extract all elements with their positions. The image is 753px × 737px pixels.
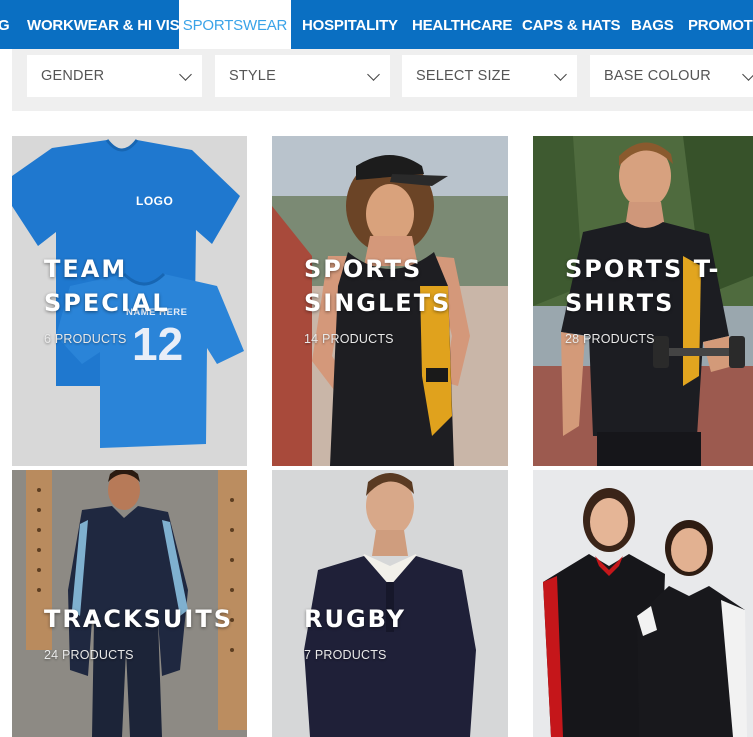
colour-filter-select[interactable]: BASE COLOUR (590, 55, 753, 97)
nav-item-workwear[interactable]: WORKWEAR & HI VIS (27, 0, 180, 49)
card-title: SPORTS T- (565, 255, 721, 283)
category-card-tracksuits[interactable]: TRACKSUITS 24 PRODUCTS (12, 470, 247, 737)
category-card-sports-tshirts[interactable]: SPORTS T- SHIRTS 28 PRODUCTS (533, 136, 753, 466)
product-count: 6 PRODUCTS (44, 332, 127, 346)
shirt-print-number: 12 (132, 318, 184, 370)
card-title: SPORTS (304, 255, 423, 283)
category-card-polos[interactable] (533, 470, 753, 737)
nav-item-promotional[interactable]: PROMOTI (688, 0, 753, 49)
product-count: 14 PRODUCTS (304, 332, 394, 346)
product-count: 24 PRODUCTS (44, 648, 134, 662)
style-filter-label: STYLE (229, 68, 276, 84)
nav-item-hospitality[interactable]: HOSPITALITY (302, 0, 398, 49)
category-card-sports-singlets[interactable]: SPORTS SINGLETS 14 PRODUCTS (272, 136, 508, 466)
style-filter-select[interactable]: STYLE (215, 55, 390, 97)
filter-bar: GENDER STYLE SELECT SIZE BASE COLOUR (12, 49, 753, 111)
card-title: TRACKSUITS (44, 605, 233, 633)
product-count: 28 PRODUCTS (565, 332, 655, 346)
chevron-down-icon (367, 68, 380, 81)
two-girls-in-polos-image (533, 470, 753, 737)
colour-filter-label: BASE COLOUR (604, 68, 711, 84)
product-count: 7 PRODUCTS (304, 648, 387, 662)
category-card-rugby[interactable]: RUGBY 7 PRODUCTS (272, 470, 508, 737)
chevron-down-icon (554, 68, 567, 81)
category-card-team-special[interactable]: LOGO NAME HERE 12 TEAM SPECIAL 6 PRODUCT… (12, 136, 247, 466)
gender-filter-select[interactable]: GENDER (27, 55, 202, 97)
nav-item-caps-hats[interactable]: CAPS & HATS (522, 0, 621, 49)
nav-item-bags[interactable]: BAGS (631, 0, 674, 49)
card-title: TEAM (44, 255, 128, 283)
size-filter-label: SELECT SIZE (416, 68, 511, 84)
shirt-print-logo: LOGO (136, 194, 174, 208)
size-filter-select[interactable]: SELECT SIZE (402, 55, 577, 97)
nav-item-clipped-left[interactable]: G (0, 0, 10, 49)
card-title: RUGBY (304, 605, 407, 633)
main-nav: G WORKWEAR & HI VIS SPORTSWEAR HOSPITALI… (0, 0, 753, 49)
card-title-line2: SINGLETS (304, 289, 452, 317)
chevron-down-icon (742, 68, 753, 81)
chevron-down-icon (179, 68, 192, 81)
nav-item-healthcare[interactable]: HEALTHCARE (412, 0, 512, 49)
card-title-line2: SHIRTS (565, 289, 675, 317)
gender-filter-label: GENDER (41, 68, 105, 84)
card-title-line2: SPECIAL (44, 289, 170, 317)
nav-item-sportswear[interactable]: SPORTSWEAR (179, 0, 291, 49)
